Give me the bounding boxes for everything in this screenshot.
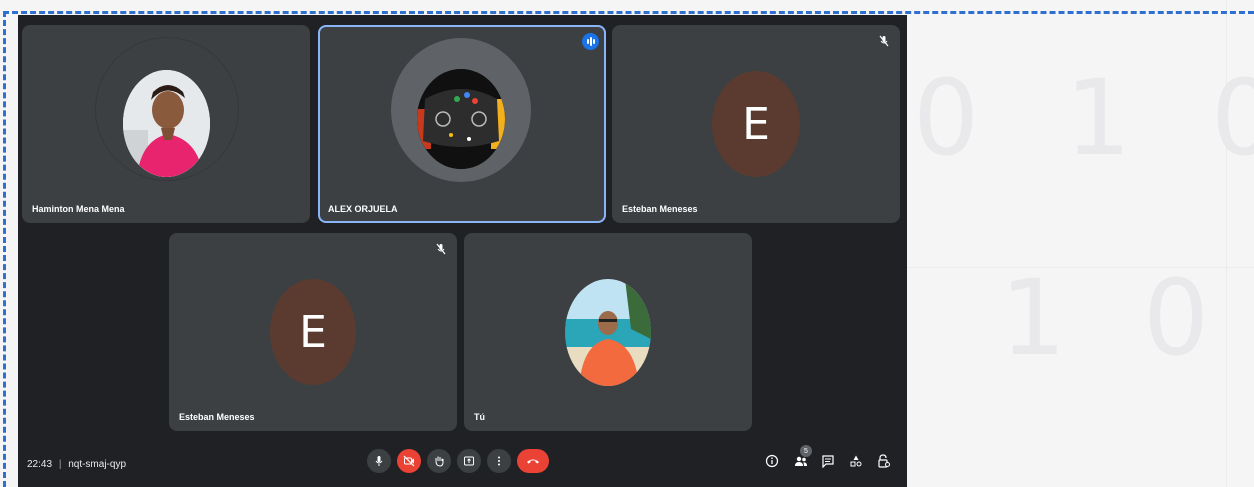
participant-name: Esteban Meneses <box>622 204 698 214</box>
participant-name: ALEX ORJUELA <box>328 204 398 214</box>
call-controls-bar: 22:43 | nqt-smaj-qyp 5 <box>18 443 907 487</box>
participant-tile[interactable]: E Esteban Meneses <box>612 25 900 223</box>
clock-time: 22:43 <box>27 459 53 470</box>
mic-off-icon <box>436 243 446 255</box>
camera-toggle-button[interactable] <box>397 449 421 473</box>
participant-tile[interactable]: Tú <box>464 233 752 431</box>
microphone-icon <box>375 456 383 466</box>
speaking-indicator-icon <box>582 33 599 50</box>
activities-icon <box>850 455 862 467</box>
leave-call-button[interactable] <box>517 449 549 473</box>
people-button[interactable] <box>793 453 809 469</box>
participant-name: Esteban Meneses <box>179 412 255 422</box>
participant-name: Haminton Mena Mena <box>32 204 125 214</box>
avatar: E <box>270 279 356 385</box>
participant-tile[interactable]: Haminton Mena Mena <box>22 25 310 223</box>
raise-hand-icon <box>435 456 444 467</box>
meeting-details-button[interactable] <box>764 453 780 469</box>
leave-call-icon <box>527 459 539 464</box>
participant-tile[interactable]: E Esteban Meneses <box>169 233 457 431</box>
host-controls-button[interactable] <box>876 453 892 469</box>
raise-hand-button[interactable] <box>427 449 451 473</box>
avatar <box>123 70 210 177</box>
more-options-button[interactable] <box>487 449 511 473</box>
chat-button[interactable] <box>820 453 836 469</box>
meet-window: Haminton Mena Mena ALEX ORJUELA E Esteba… <box>18 15 907 487</box>
separator: | <box>58 459 62 470</box>
avatar: E <box>712 71 800 177</box>
camera-off-icon <box>403 455 415 467</box>
profile-photo <box>417 69 505 169</box>
info-icon <box>765 454 779 468</box>
avatar <box>417 69 505 169</box>
activities-button[interactable] <box>848 453 864 469</box>
host-controls-icon <box>878 454 890 468</box>
participant-tile[interactable]: ALEX ORJUELA <box>318 25 606 223</box>
chat-icon <box>822 455 834 468</box>
mic-off-icon <box>879 35 889 47</box>
meeting-info: 22:43 | nqt-smaj-qyp <box>27 459 126 470</box>
present-screen-button[interactable] <box>457 449 481 473</box>
microphone-button[interactable] <box>367 449 391 473</box>
present-screen-icon <box>464 456 474 466</box>
meeting-code: nqt-smaj-qyp <box>68 459 127 470</box>
avatar <box>565 279 651 386</box>
participant-name: Tú <box>474 412 485 422</box>
more-options-icon <box>498 456 500 466</box>
profile-photo <box>565 279 651 386</box>
profile-photo <box>123 70 210 177</box>
people-icon <box>795 456 807 466</box>
